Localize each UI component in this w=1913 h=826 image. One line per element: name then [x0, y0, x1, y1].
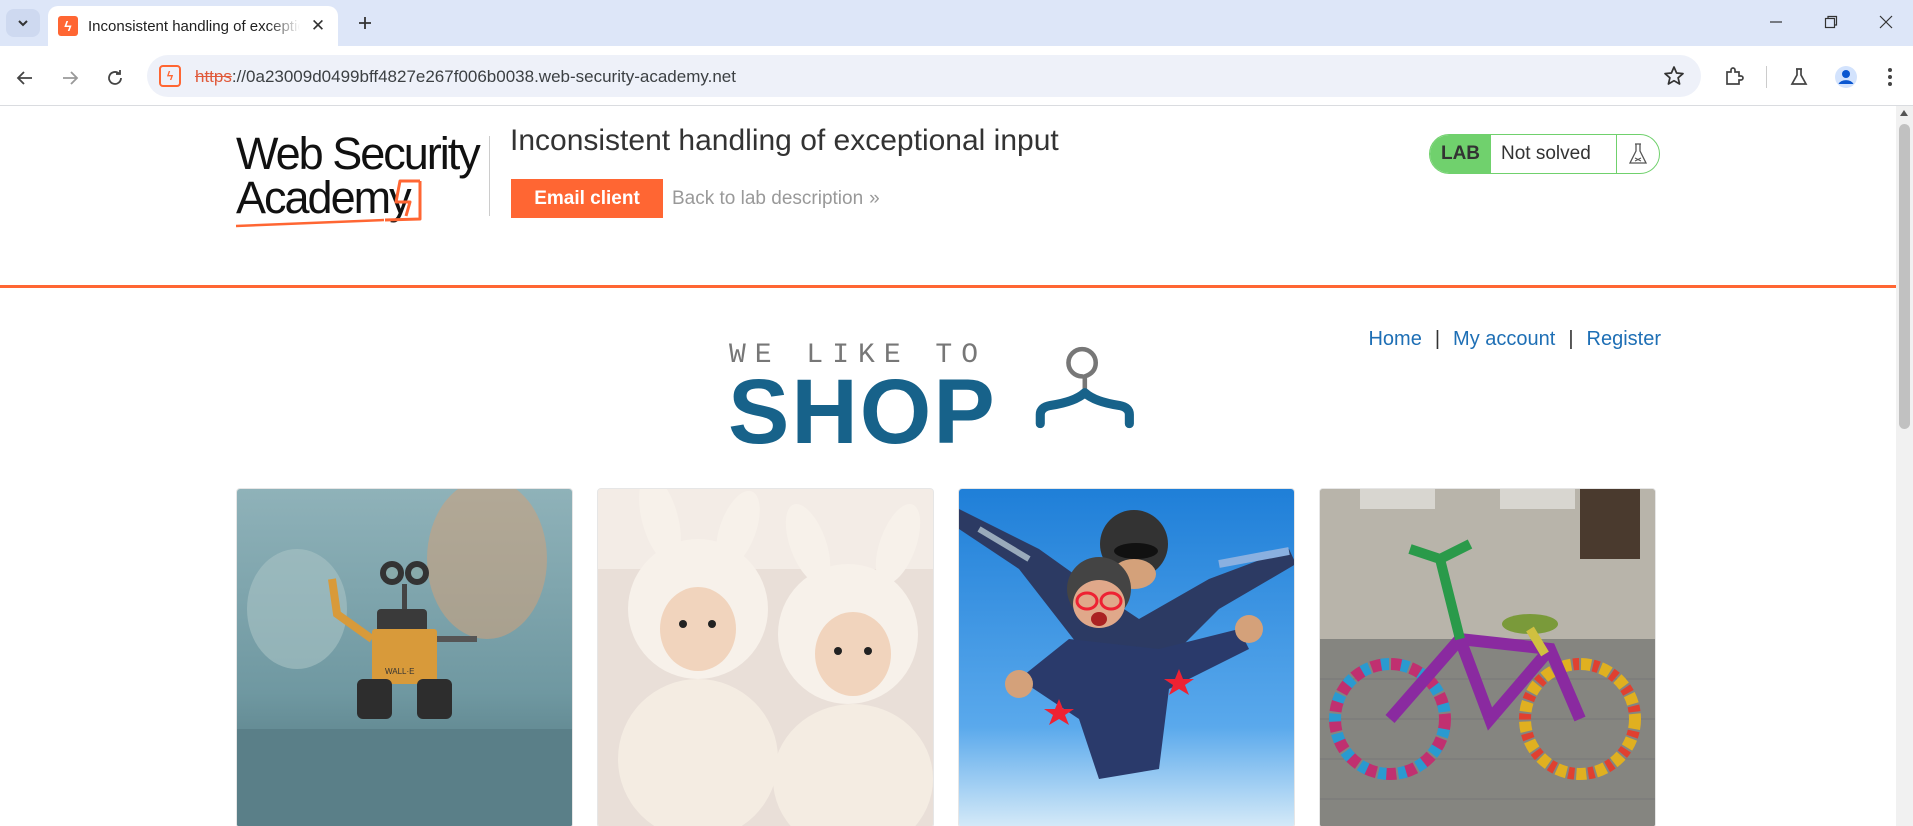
header-divider — [489, 136, 490, 216]
flask-icon — [1790, 68, 1808, 85]
product-image-babies[interactable] — [597, 488, 934, 826]
back-button[interactable] — [10, 63, 40, 93]
forward-button[interactable] — [55, 63, 85, 93]
arrow-left-icon — [16, 71, 32, 85]
page-scrollbar[interactable] — [1896, 106, 1913, 826]
close-icon — [1879, 15, 1893, 29]
top-navigation: Home | My account | Register — [1368, 328, 1661, 351]
new-tab-button[interactable] — [350, 9, 380, 37]
flask-icon — [1617, 135, 1659, 173]
plus-icon — [359, 17, 371, 29]
web-page: Web Security Academy Inconsistent handli… — [0, 106, 1896, 826]
minimize-icon — [1770, 21, 1782, 23]
product-grid: WALL·E — [236, 488, 1656, 826]
browser-tab-bar: ϟ Inconsistent handling of exceptional i… — [0, 0, 1913, 46]
puzzle-icon — [1726, 67, 1744, 85]
minimize-button[interactable] — [1756, 8, 1796, 36]
product-image-knitted-bicycle[interactable] — [1319, 488, 1656, 826]
shop-word: SHOP — [728, 361, 997, 463]
reload-icon — [108, 70, 122, 85]
scrollbar-thumb[interactable] — [1899, 124, 1910, 429]
url-host: ://0a23009d0499bff4827e267f006b0038.web-… — [231, 67, 736, 86]
email-client-button[interactable]: Email client — [511, 179, 663, 218]
web-security-academy-logo[interactable]: Web Security Academy — [236, 131, 486, 232]
chevron-down-icon — [18, 20, 28, 27]
reload-button[interactable] — [100, 63, 130, 93]
scroll-up-arrow-icon[interactable] — [1900, 110, 1908, 116]
back-to-lab-description-link[interactable]: Back to lab description» — [672, 188, 880, 210]
close-icon[interactable]: ✕ — [308, 16, 328, 36]
lab-badge-label: LAB — [1430, 135, 1491, 173]
tab-title: Inconsistent handling of exceptional inp… — [88, 17, 300, 35]
bookmark-star-icon[interactable] — [1663, 65, 1685, 87]
menu-button[interactable] — [1876, 63, 1904, 91]
url-scheme: https — [195, 67, 232, 86]
nav-home-link[interactable]: Home — [1368, 328, 1421, 350]
lab-favicon-icon: ϟ — [58, 16, 78, 36]
nav-my-account-link[interactable]: My account — [1453, 328, 1555, 350]
back-link-label: Back to lab description — [672, 188, 864, 209]
site-info-icon[interactable]: ϟ — [159, 65, 181, 87]
lab-status-text: Not solved — [1491, 135, 1617, 173]
svg-text:WALL·E: WALL·E — [385, 667, 415, 676]
product-image-robot[interactable]: WALL·E — [236, 488, 573, 826]
logo-bolt-icon — [236, 179, 422, 228]
shop-banner: WE LIKE TO SHOP — [728, 340, 1168, 463]
close-window-button[interactable] — [1866, 8, 1906, 36]
more-vertical-icon — [1888, 68, 1892, 86]
tab-search-button[interactable] — [6, 9, 40, 37]
nav-separator: | — [1568, 328, 1574, 350]
avatar-icon — [1835, 66, 1857, 88]
nav-separator: | — [1434, 328, 1441, 350]
restore-icon — [1824, 15, 1838, 29]
profile-button[interactable] — [1832, 63, 1860, 91]
nav-register-link[interactable]: Register — [1587, 328, 1661, 350]
url-text[interactable]: https://0a23009d0499bff4827e267f006b0038… — [195, 67, 736, 87]
lab-status-badge: LAB Not solved — [1429, 134, 1660, 174]
address-bar[interactable]: ϟ https://0a23009d0499bff4827e267f006b00… — [147, 55, 1701, 97]
clothes-hanger-icon — [1035, 346, 1134, 429]
labs-button[interactable] — [1785, 63, 1813, 91]
browser-toolbar: ϟ https://0a23009d0499bff4827e267f006b00… — [0, 46, 1913, 106]
product-image-skydivers[interactable] — [958, 488, 1295, 826]
arrow-right-icon — [63, 71, 79, 85]
restore-button[interactable] — [1811, 8, 1851, 36]
extensions-button[interactable] — [1720, 63, 1748, 91]
double-chevron-right-icon: » — [869, 188, 880, 209]
lab-title: Inconsistent handling of exceptional inp… — [510, 124, 1059, 157]
browser-tab[interactable]: ϟ Inconsistent handling of exceptional i… — [48, 6, 338, 46]
toolbar-divider — [1766, 66, 1767, 88]
lab-header: Web Security Academy Inconsistent handli… — [0, 106, 1896, 288]
